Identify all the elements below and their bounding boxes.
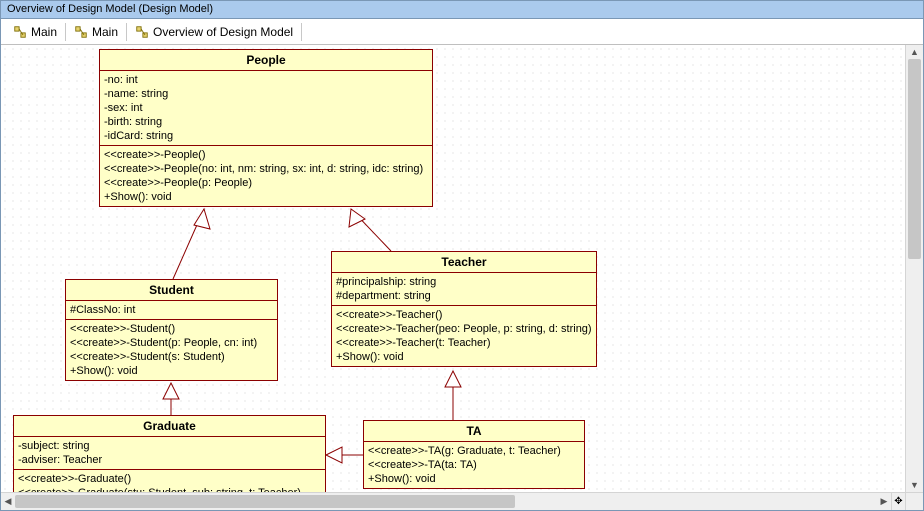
scroll-left-icon[interactable]: ◀ <box>1 493 15 510</box>
op: <<create>>-TA(ta: TA) <box>368 458 580 472</box>
class-operations: <<create>>-People() <<create>>-People(no… <box>100 146 432 206</box>
scrollbar-thumb[interactable] <box>908 59 921 259</box>
op: +Show(): void <box>368 472 580 486</box>
class-name: People <box>100 50 432 71</box>
diagram-navigator-icon[interactable]: ✥ <box>891 493 905 510</box>
class-name: Student <box>66 280 277 301</box>
tab-overview[interactable]: Overview of Design Model <box>127 23 302 41</box>
class-attributes: -subject: string -adviser: Teacher <box>14 437 325 470</box>
attr: #department: string <box>336 289 592 303</box>
op: <<create>>-Student(s: Student) <box>70 350 273 364</box>
class-people[interactable]: People -no: int -name: string -sex: int … <box>99 49 433 207</box>
tab-label: Main <box>92 25 118 39</box>
diagram-canvas-wrap: People -no: int -name: string -sex: int … <box>1 45 923 492</box>
class-operations: <<create>>-Graduate() <<create>>-Graduat… <box>14 470 325 492</box>
op: <<create>>-People(no: int, nm: string, s… <box>104 162 428 176</box>
vertical-scrollbar[interactable]: ▲ ▼ <box>905 45 923 492</box>
class-name: Graduate <box>14 416 325 437</box>
class-operations: <<create>>-Student() <<create>>-Student(… <box>66 320 277 380</box>
attr: #ClassNo: int <box>70 303 273 317</box>
class-attributes: #principalship: string #department: stri… <box>332 273 596 306</box>
scroll-right-icon[interactable]: ▶ <box>877 493 891 510</box>
window-title-bar: Overview of Design Model (Design Model) <box>1 1 923 19</box>
scrollbar-corner <box>905 492 923 510</box>
op: <<create>>-Teacher(peo: People, p: strin… <box>336 322 592 336</box>
class-operations: <<create>>-TA(g: Graduate, t: Teacher) <… <box>364 442 584 488</box>
op: <<create>>-Teacher(t: Teacher) <box>336 336 592 350</box>
op: <<create>>-People() <box>104 148 428 162</box>
scrollbar-thumb[interactable] <box>15 495 515 508</box>
scroll-down-icon[interactable]: ▼ <box>906 478 923 492</box>
attr: -sex: int <box>104 101 428 115</box>
horizontal-scrollbar[interactable]: ◀ ▶ ✥ <box>1 492 905 510</box>
op: +Show(): void <box>336 350 592 364</box>
op: <<create>>-Student(p: People, cn: int) <box>70 336 273 350</box>
scroll-up-icon[interactable]: ▲ <box>906 45 923 59</box>
op: +Show(): void <box>104 190 428 204</box>
class-attributes: #ClassNo: int <box>66 301 277 320</box>
tab-bar: Main Main Overview of Design Model <box>1 19 923 45</box>
window-title: Overview of Design Model (Design Model) <box>7 3 213 15</box>
class-student[interactable]: Student #ClassNo: int <<create>>-Student… <box>65 279 278 381</box>
class-teacher[interactable]: Teacher #principalship: string #departme… <box>331 251 597 367</box>
class-graduate[interactable]: Graduate -subject: string -adviser: Teac… <box>13 415 326 492</box>
tab-label: Main <box>31 25 57 39</box>
op: <<create>>-TA(g: Graduate, t: Teacher) <box>368 444 580 458</box>
class-attributes: -no: int -name: string -sex: int -birth:… <box>100 71 432 146</box>
op: +Show(): void <box>70 364 273 378</box>
class-name: TA <box>364 421 584 442</box>
tab-main-1[interactable]: Main <box>5 23 66 41</box>
attr: -idCard: string <box>104 129 428 143</box>
op: <<create>>-People(p: People) <box>104 176 428 190</box>
attr: -subject: string <box>18 439 321 453</box>
class-name: Teacher <box>332 252 596 273</box>
class-operations: <<create>>-Teacher() <<create>>-Teacher(… <box>332 306 596 366</box>
class-ta[interactable]: TA <<create>>-TA(g: Graduate, t: Teacher… <box>363 420 585 489</box>
diagram-icon <box>135 25 149 39</box>
attr: -name: string <box>104 87 428 101</box>
attr: -birth: string <box>104 115 428 129</box>
attr: #principalship: string <box>336 275 592 289</box>
tab-label: Overview of Design Model <box>153 25 293 39</box>
tab-main-2[interactable]: Main <box>66 23 127 41</box>
attr: -no: int <box>104 73 428 87</box>
op: <<create>>-Student() <box>70 322 273 336</box>
diagram-icon <box>13 25 27 39</box>
diagram-canvas[interactable]: People -no: int -name: string -sex: int … <box>1 45 906 492</box>
op: <<create>>-Teacher() <box>336 308 592 322</box>
op: <<create>>-Graduate() <box>18 472 321 486</box>
diagram-icon <box>74 25 88 39</box>
attr: -adviser: Teacher <box>18 453 321 467</box>
